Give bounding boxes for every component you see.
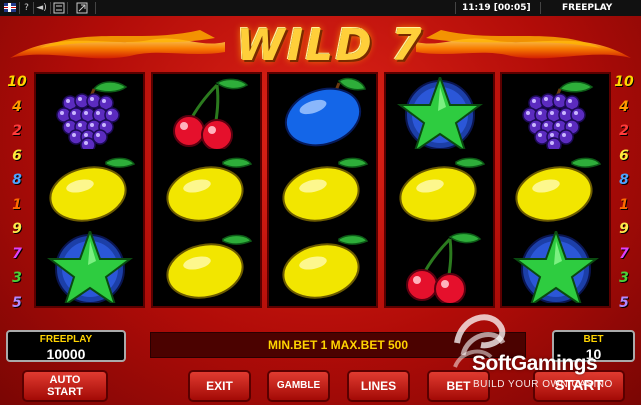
freeplay-credit-panel: FREEPLAY 10000 (6, 330, 126, 362)
payline-number: 4 (619, 98, 629, 115)
payline-number: 6 (619, 147, 629, 164)
exit-button[interactable]: EXIT (188, 370, 251, 402)
grapes-symbol-icon (36, 75, 143, 152)
divider (50, 2, 51, 14)
payline-number: 8 (619, 172, 629, 188)
cherries-symbol-icon (153, 75, 260, 152)
payline-number: 9 (619, 221, 629, 237)
reel-5 (500, 72, 611, 308)
payline-numbers-right: 10 4 2 6 8 1 9 7 3 5 (613, 70, 635, 311)
sound-icon[interactable]: ◄) (34, 2, 49, 14)
game-logo: WILD 7 (236, 20, 424, 71)
payline-number: 9 (12, 221, 22, 237)
reel-3 (267, 72, 378, 308)
payline-number: 5 (12, 294, 22, 311)
payline-number: 3 (619, 270, 629, 286)
clock-session-time: 11:19 [00:05] (462, 3, 531, 13)
grapes-symbol-icon (502, 75, 609, 152)
reel-4 (384, 72, 495, 308)
lemon-symbol-icon (269, 152, 376, 229)
star-symbol-icon (502, 229, 609, 306)
play-mode-label: FREEPLAY (562, 3, 613, 13)
payline-number: 7 (619, 245, 629, 262)
lemon-symbol-icon (153, 152, 260, 229)
settings-icon[interactable] (52, 2, 66, 14)
lines-label: LINES (360, 379, 397, 393)
autostart-button[interactable]: AUTO START (22, 370, 108, 402)
payline-number: 1 (619, 196, 629, 213)
payline-number: 4 (12, 98, 22, 115)
plum-symbol-icon (269, 75, 376, 152)
lemon-symbol-icon (502, 152, 609, 229)
watermark-brand: SoftGamings (472, 352, 598, 375)
payline-number: 8 (12, 172, 22, 188)
payline-number: 3 (12, 270, 22, 286)
lemon-symbol-icon (36, 152, 143, 229)
payline-number: 7 (12, 245, 22, 262)
cherries-symbol-icon (386, 229, 493, 306)
freeplay-value: 10000 (46, 346, 86, 362)
divider (67, 2, 68, 14)
gamble-label: GAMBLE (276, 380, 321, 391)
gamble-button[interactable]: GAMBLE (267, 370, 330, 402)
payline-numbers-left: 10 4 2 6 8 1 9 7 3 5 (6, 70, 28, 311)
payline-number: 6 (12, 147, 22, 164)
language-flag-icon[interactable] (4, 3, 16, 12)
freeplay-label: FREEPLAY (39, 334, 93, 345)
watermark-tagline: BUILD YOUR OWN CASINO (473, 379, 613, 390)
payline-number: 10 (7, 74, 27, 90)
payline-number: 10 (614, 74, 634, 90)
lemon-symbol-icon (386, 152, 493, 229)
divider (455, 2, 456, 14)
payline-number: 1 (12, 196, 22, 213)
top-status-bar: ? ◄) 11:19 [00:05] FREEPLAY (0, 0, 641, 16)
divider (95, 2, 96, 14)
exit-label: EXIT (206, 379, 233, 393)
divider (540, 2, 541, 14)
reel-1 (34, 72, 145, 308)
payline-number: 2 (619, 123, 629, 139)
payline-number: 2 (12, 123, 22, 139)
autostart-label-line1: AUTO (49, 374, 81, 386)
autostart-label-line2: START (47, 386, 83, 398)
lemon-symbol-icon (153, 229, 260, 306)
lines-button[interactable]: LINES (347, 370, 410, 402)
star-symbol-icon (386, 75, 493, 152)
fullscreen-icon[interactable] (70, 2, 94, 14)
help-icon[interactable]: ? (20, 2, 33, 14)
reel-2 (151, 72, 262, 308)
lemon-symbol-icon (269, 229, 376, 306)
star-symbol-icon (36, 229, 143, 306)
